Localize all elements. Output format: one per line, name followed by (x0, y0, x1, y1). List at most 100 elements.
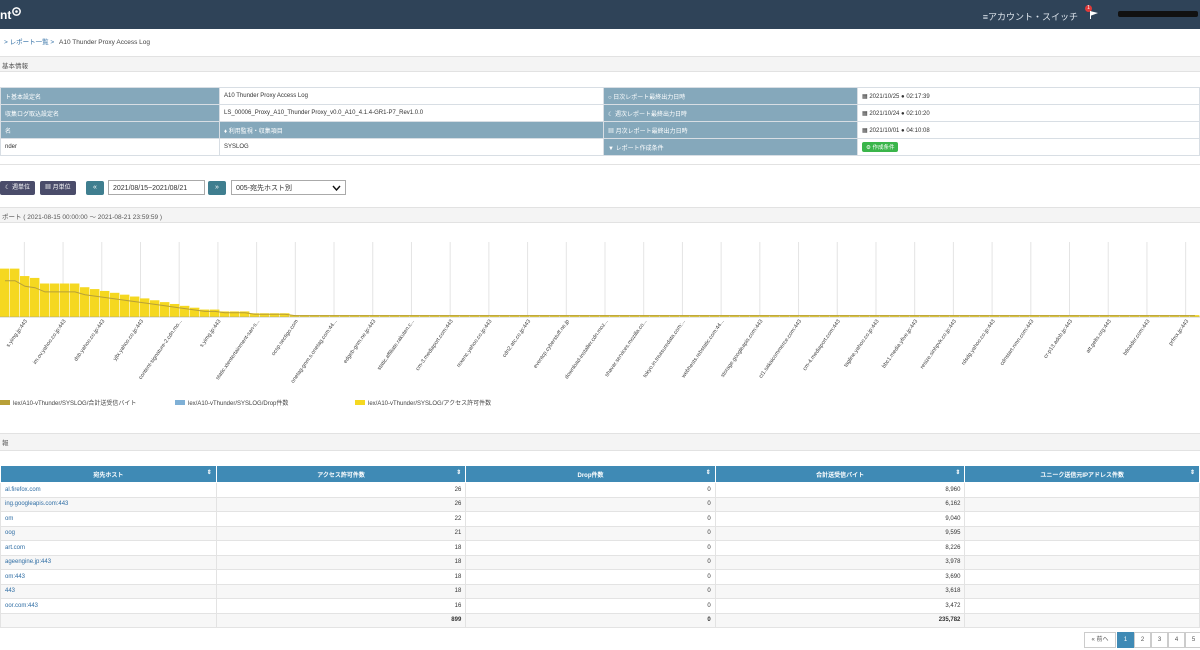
bar[interactable] (120, 294, 130, 317)
sort-icon[interactable]: ⇕ (1190, 469, 1195, 476)
prev-period-button[interactable]: « (86, 181, 104, 195)
total-access: 899 (215, 612, 467, 628)
pager-page-button[interactable]: 3 (1151, 632, 1168, 648)
legend-label[interactable]: lex/A10-vThunder/SYSLOG/アクセス許可件数 (368, 399, 491, 407)
notification-flag-icon[interactable] (1089, 10, 1099, 20)
month-unit-button[interactable]: ▦ 月単位 (40, 181, 76, 195)
x-tick-label: edgeb-gnm.ne.jp:443 (343, 319, 378, 365)
pager-prev-button[interactable]: « 前へ (1084, 632, 1116, 648)
info-value: LS_00006_Proxy_A10_Thunder Proxy_v0.0_A1… (219, 104, 604, 122)
info-value: nder (0, 138, 220, 156)
unique-ip-count (964, 598, 1200, 614)
column-header[interactable]: アクセス許可件数 ⇕ (215, 465, 467, 483)
bar[interactable] (60, 283, 70, 317)
access-count: 26 (215, 496, 467, 512)
x-tick-label: onetag-gnm.s.onetag.com:44... (290, 318, 339, 384)
bar[interactable] (160, 302, 170, 317)
info-row: 収集ログ取込設定名 LS_00006_Proxy_A10_Thunder Pro… (0, 104, 1200, 122)
bar[interactable] (30, 277, 40, 317)
legend-label[interactable]: lex/A10-vThunder/SYSLOG/合計送受信バイト (13, 399, 136, 407)
sort-icon[interactable]: ⇕ (706, 469, 711, 476)
bar[interactable] (130, 296, 140, 317)
bar[interactable] (20, 276, 30, 317)
table-row: om 22 0 9,040 (0, 511, 1200, 527)
conditions-badge[interactable]: ⚙ 作成条件 (862, 142, 899, 152)
x-tick-label: download-installer.cdn.moz... (564, 318, 610, 380)
legend-label[interactable]: lex/A10-vThunder/SYSLOG/Drop件数 (188, 399, 288, 407)
sort-icon[interactable]: ⇕ (207, 469, 212, 476)
drop-count: 0 (465, 525, 716, 541)
x-tick-label: resize.sinhpvk.co.jp:443 (919, 319, 958, 371)
table-row: oor.com:443 16 0 3,472 (0, 598, 1200, 614)
column-header[interactable]: ユニーク送信元IPアドレス件数 ⇕ (964, 465, 1200, 483)
access-count: 18 (215, 569, 467, 585)
user-name-redacted[interactable] (1118, 11, 1198, 17)
bar[interactable] (70, 283, 80, 317)
breadcrumb-parent[interactable]: > レポート一覧 > (4, 39, 54, 46)
bar[interactable] (150, 300, 160, 317)
pager-page-button[interactable]: 5 (1185, 632, 1200, 648)
access-count: 18 (215, 540, 467, 556)
host-link[interactable]: om:443 (0, 569, 217, 585)
column-header[interactable]: 宛先ホスト ⇕ (0, 465, 217, 483)
column-header[interactable]: 合計送受信バイト ⇕ (714, 465, 966, 483)
access-count: 18 (215, 554, 467, 570)
info-row: ト基本設定名 A10 Thunder Proxy Access Log ○ 日次… (0, 87, 1200, 105)
host-link[interactable]: ageengine.jp:443 (0, 554, 217, 570)
week-unit-button[interactable]: ☾ 週単位 (0, 181, 36, 195)
breadcrumb: > レポート一覧 > A10 Thunder Proxy Access Log (4, 36, 153, 46)
settings-gear-icon[interactable] (11, 6, 22, 17)
drop-count: 0 (465, 511, 716, 527)
host-link[interactable]: ing.googleapis.com:443 (0, 496, 217, 512)
date-range-input[interactable]: 2021/08/15~2021/08/21 (108, 180, 205, 195)
bar-chart: s.yimg.jp:443 im.ov.yahoo.co.jp:443 dsb.ya… (0, 242, 1200, 407)
bar[interactable] (40, 283, 50, 317)
legend-swatch (355, 400, 365, 405)
bar[interactable] (50, 283, 60, 317)
bar[interactable] (10, 268, 20, 317)
chart-section-header: ポート ( 2021-08-15 00:00:00 ～ 2021-08-21 2… (0, 207, 1200, 223)
bar[interactable] (140, 298, 150, 317)
account-switch-link[interactable]: ≡アカウント・スイッチ (983, 10, 1078, 23)
bar[interactable] (0, 268, 10, 317)
drop-count: 0 (465, 482, 716, 498)
access-count: 16 (215, 598, 467, 614)
host-link[interactable]: om (0, 511, 217, 527)
bar[interactable] (180, 305, 190, 317)
bar[interactable] (90, 289, 100, 317)
bar[interactable] (170, 303, 180, 317)
pager-page-button[interactable]: 4 (1168, 632, 1185, 648)
pager-page-button[interactable]: 1 (1117, 632, 1134, 648)
table-row: ageengine.jp:443 18 0 3,978 (0, 554, 1200, 570)
host-link[interactable]: oor.com:443 (0, 598, 217, 614)
bar[interactable] (80, 287, 90, 317)
sort-icon[interactable]: ⇕ (456, 469, 461, 476)
report-type-select[interactable]: 005-宛先ホスト別 (231, 180, 346, 195)
pager-page-button[interactable]: 2 (1134, 632, 1151, 648)
x-tick-label: content-signature-2.cdn.mo... (138, 318, 184, 380)
unique-ip-count (964, 583, 1200, 599)
bar[interactable] (210, 309, 220, 317)
next-period-button[interactable]: » (208, 181, 226, 195)
x-tick-label: tagline.yahoo.co.jp:443 (843, 319, 880, 369)
x-tick-label: cm-4.mediaport.com:443 (802, 319, 842, 372)
host-link[interactable]: art.com (0, 540, 217, 556)
info-label: ♦ 利用監視・収集項目 (219, 121, 604, 139)
bar[interactable] (110, 292, 120, 317)
column-header[interactable]: Drop件数 ⇕ (465, 465, 716, 483)
host-link[interactable]: al.firefox.com (0, 482, 217, 498)
x-tick-label: rexenc.yahoo.co.jp:443 (456, 319, 494, 369)
bytes-total: 3,690 (714, 569, 966, 585)
unique-ip-count (964, 525, 1200, 541)
sort-icon[interactable]: ⇕ (955, 469, 960, 476)
bar[interactable] (240, 311, 250, 317)
host-link[interactable]: 443 (0, 583, 217, 599)
info-value: ▦ 2021/10/24 ● 02:10:20 (857, 104, 1200, 122)
chevron-down-icon (332, 185, 341, 191)
host-link[interactable]: oog (0, 525, 217, 541)
bar[interactable] (100, 290, 110, 317)
x-tick-label: s.yimg.jp:443 (199, 319, 223, 349)
chart-title: ポート ( 2021-08-15 00:00:00 ～ 2021-08-21 2… (2, 214, 163, 221)
table-row: al.firefox.com 26 0 8,960 (0, 482, 1200, 498)
bar[interactable] (230, 311, 240, 317)
